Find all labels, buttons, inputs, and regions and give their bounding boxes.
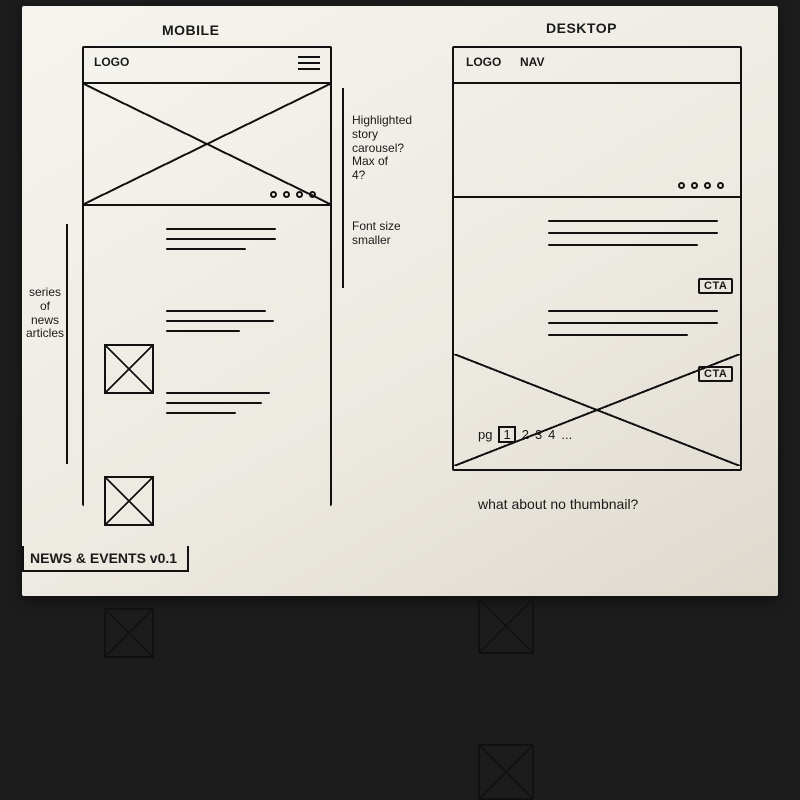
desktop-logo: LOGO [466,56,501,70]
pagination[interactable]: pg 1 2 3 4 ... [478,426,572,443]
annotation-fontsize: Font size smaller [352,220,432,248]
desktop-carousel-dots[interactable] [678,182,724,189]
pagination-page[interactable]: 2 [522,427,529,442]
mobile-hero-divider [82,204,332,206]
mobile-article-thumb[interactable] [104,608,154,658]
desktop-article-lines [548,220,718,246]
desktop-nav[interactable]: NAV [520,56,544,70]
mobile-title: MOBILE [162,22,219,38]
mobile-article-lines [166,310,274,332]
mobile-article-thumb[interactable] [104,476,154,526]
mobile-article-lines [166,392,270,414]
hamburger-icon[interactable] [298,56,320,74]
annotation-series: series of news articles [20,286,70,341]
desktop-article-thumb[interactable] [478,744,534,800]
mobile-article-lines [166,228,276,250]
desktop-article-lines [548,310,718,336]
desktop-hero-divider [452,196,742,198]
brace-left [66,224,74,464]
pagination-current[interactable]: 1 [498,426,515,443]
desktop-article-thumb[interactable] [478,598,534,654]
pagination-page[interactable]: 3 [535,427,542,442]
desktop-title: DESKTOP [546,20,617,36]
pagination-more: ... [561,427,572,442]
pagination-label: pg [478,427,492,442]
brace-right [342,88,350,288]
mobile-carousel-dots[interactable] [270,191,316,198]
paper-sheet: MOBILE LOGO series of news articles [22,6,778,596]
mobile-article-thumb[interactable] [104,344,154,394]
desktop-header-divider [452,82,742,84]
pagination-page[interactable]: 4 [548,427,555,442]
page-title-tag: NEWS & EVENTS v0.1 [22,546,189,572]
desktop-cta-button[interactable]: CTA [698,366,733,382]
mobile-logo: LOGO [94,56,129,70]
annotation-hero: Highlighted story carousel? Max of 4? [352,114,432,183]
mobile-hero-image[interactable] [84,84,330,204]
desktop-cta-button[interactable]: CTA [698,278,733,294]
annotation-no-thumbnail: what about no thumbnail? [478,496,638,512]
